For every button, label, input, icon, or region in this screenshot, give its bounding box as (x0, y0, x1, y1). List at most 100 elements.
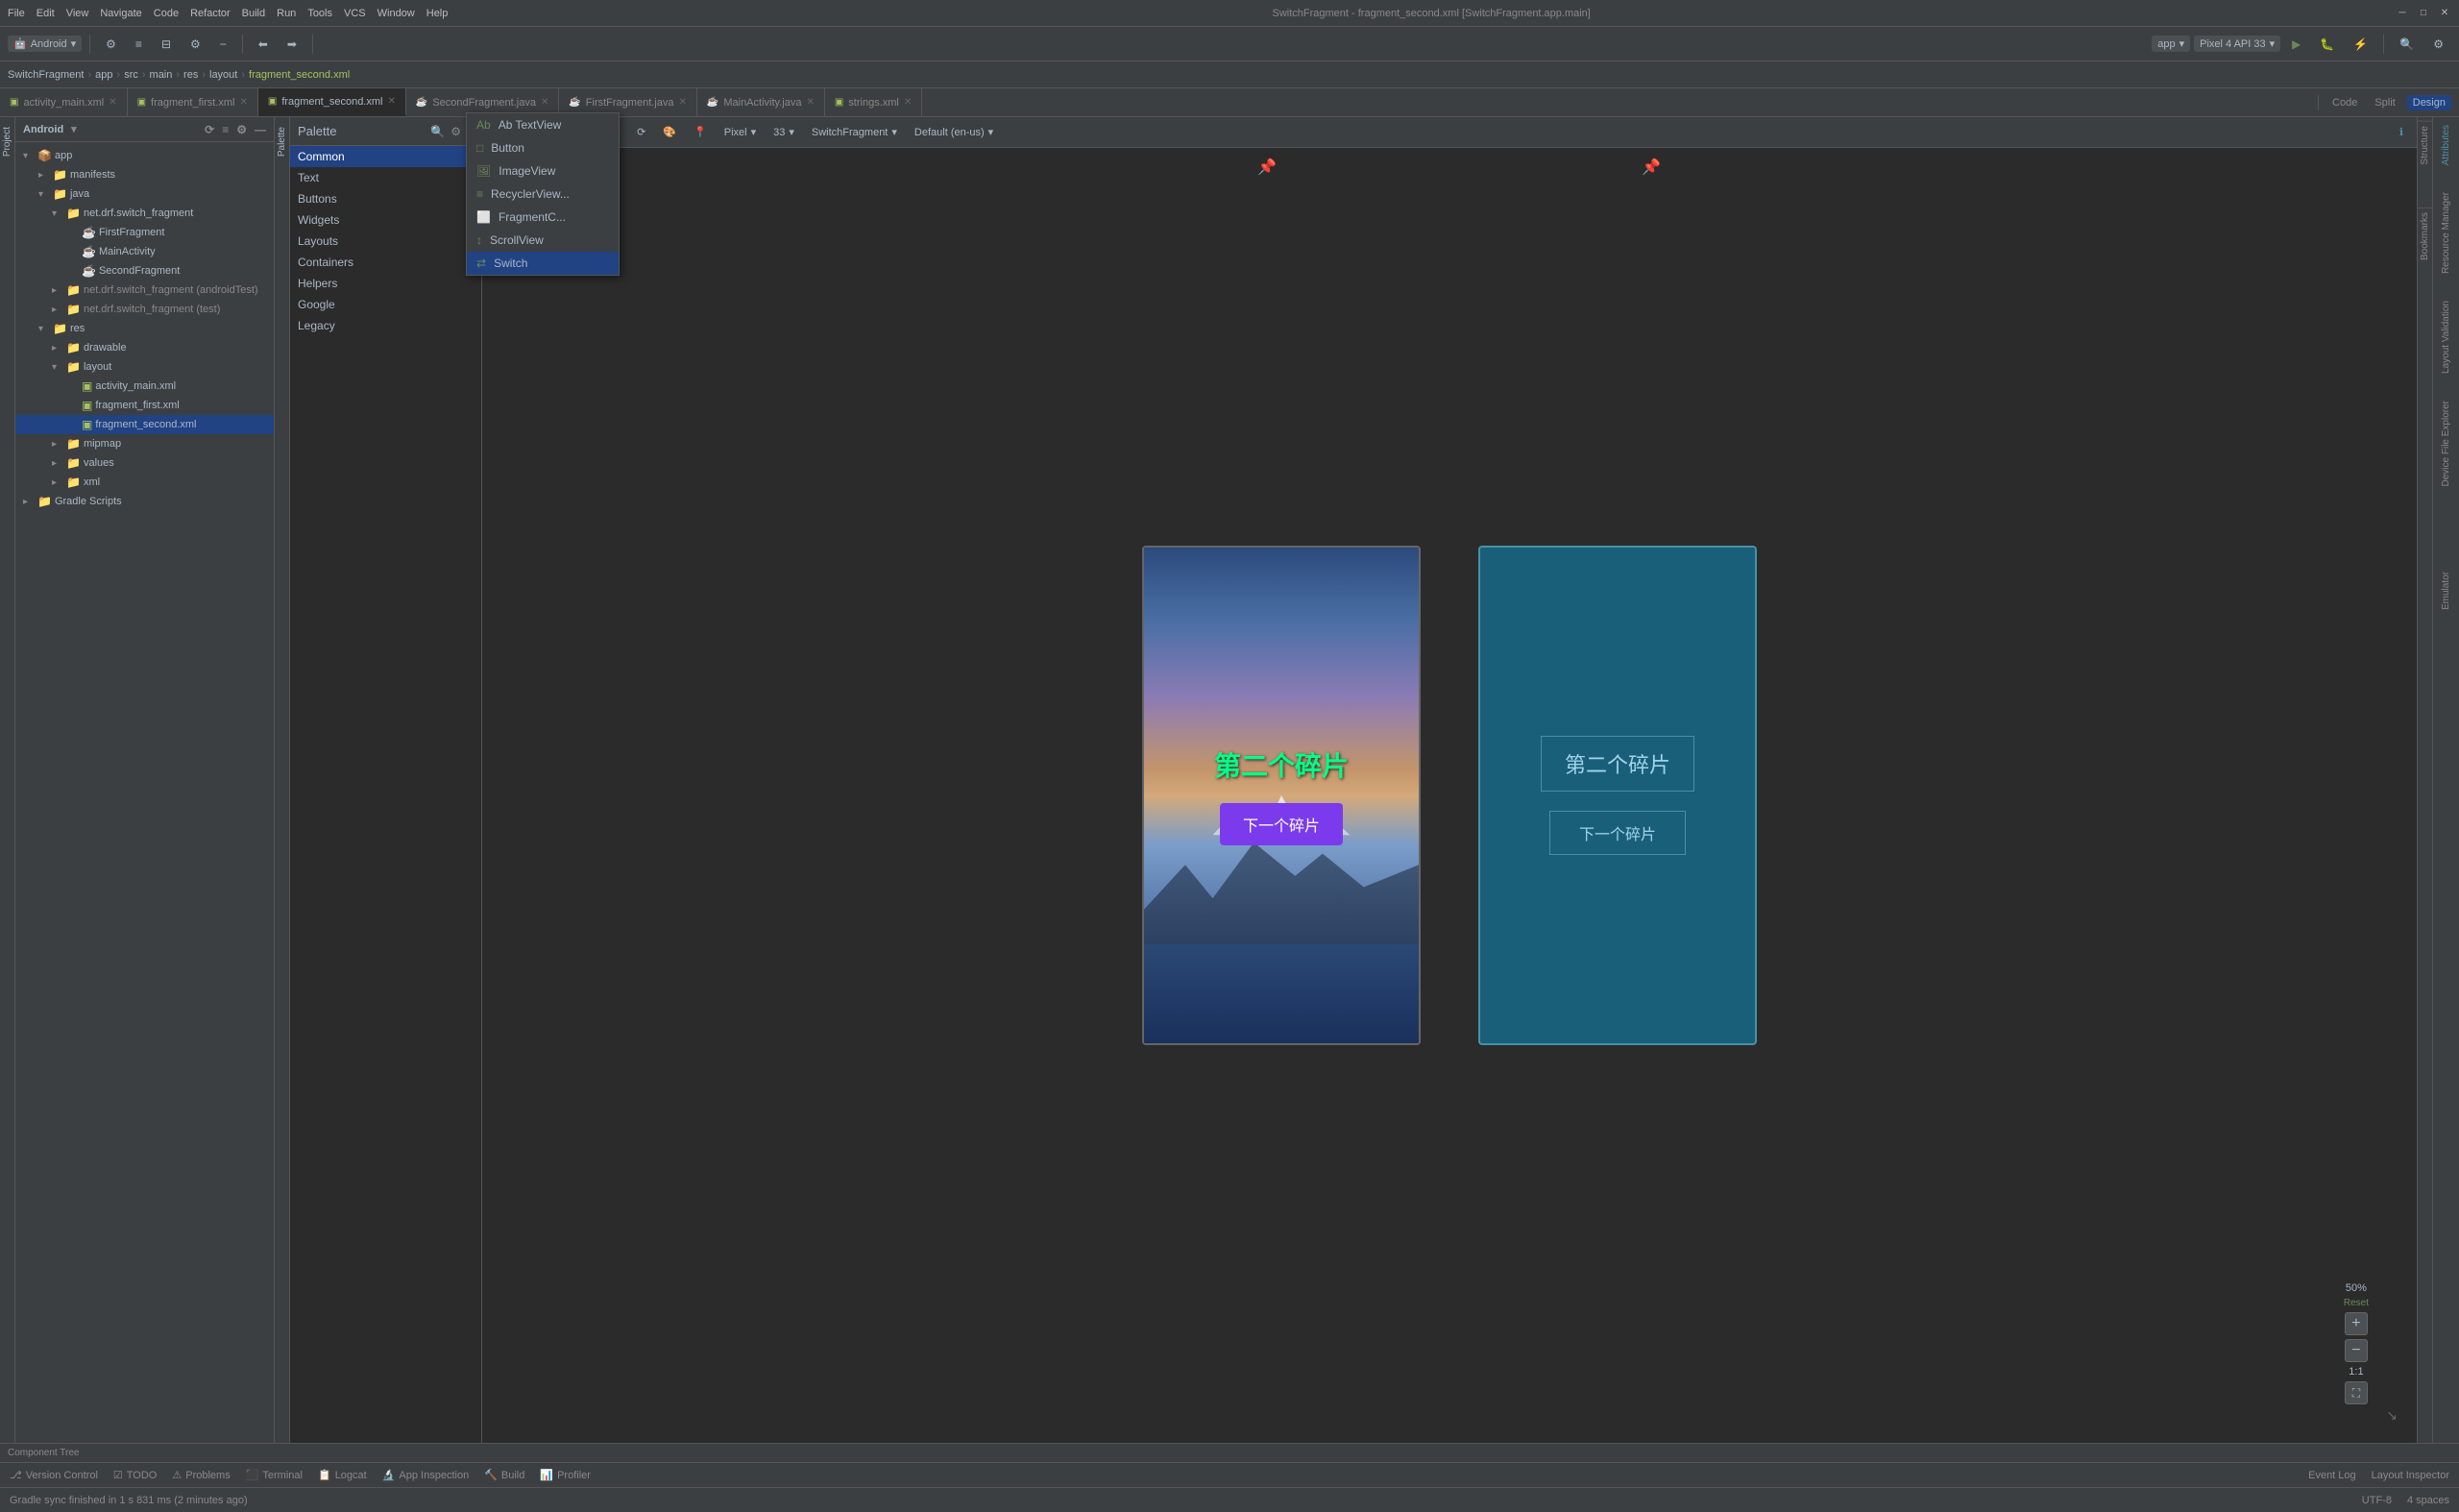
canvas-info-btn[interactable]: ℹ (2394, 124, 2409, 140)
tab-activity-main[interactable]: ▣ activity_main.xml ✕ (0, 88, 128, 116)
build-tab[interactable]: 🔨 Build (484, 1469, 524, 1481)
tab-fragment-second[interactable]: ▣ fragment_second.xml ✕ (258, 88, 406, 116)
tree-second-fragment[interactable]: ▸ ☕ SecondFragment (15, 261, 274, 280)
tab-close-fragment-first[interactable]: ✕ (239, 97, 247, 108)
tree-java[interactable]: ▾ 📁 java (15, 184, 274, 204)
palette-cat-helpers[interactable]: Helpers (290, 273, 481, 294)
preview-button[interactable]: 下一个碎片 (1220, 803, 1343, 845)
toolbar-minus[interactable]: − (212, 36, 234, 53)
todo-tab[interactable]: ☑ TODO (113, 1469, 157, 1481)
palette-cat-legacy[interactable]: Legacy (290, 315, 481, 336)
android-dropdown[interactable]: Android (23, 124, 63, 135)
palette-item-fragment[interactable]: ⬜ FragmentC... (467, 206, 619, 229)
tree-manifests[interactable]: ▸ 📁 manifests (15, 165, 274, 184)
project-side-tab[interactable]: Project (0, 117, 15, 1443)
toolbar-split[interactable]: ⊟ (154, 36, 179, 53)
canvas-zoom-dropdown[interactable]: 33 ▾ (767, 124, 800, 140)
palette-search-icon[interactable]: 🔍 (430, 125, 445, 138)
palette-item-textview[interactable]: Ab Ab TextView (467, 113, 619, 136)
tab-close-main-activity[interactable]: ✕ (806, 97, 814, 108)
menu-vcs[interactable]: VCS (344, 8, 366, 19)
breadcrumb-item-src[interactable]: src (124, 69, 138, 81)
palette-item-button[interactable]: □ Button (467, 136, 619, 159)
menu-view[interactable]: View (66, 8, 89, 19)
settings-gear[interactable]: ⚙ (2425, 36, 2451, 53)
tab-fragment-first[interactable]: ▣ fragment_first.xml ✕ (128, 88, 258, 116)
layout-inspector-btn[interactable]: Layout Inspector (2372, 1470, 2449, 1481)
version-control-tab[interactable]: ⎇ Version Control (10, 1469, 98, 1481)
canvas-locale-btn[interactable]: 📍 (688, 124, 713, 140)
layout-validation-tab[interactable]: Layout Validation (2439, 297, 2453, 378)
tree-activity-main-xml[interactable]: ▸ ▣ activity_main.xml (15, 377, 274, 396)
fullscreen-btn[interactable]: ⛶ (2345, 1381, 2368, 1404)
sync-icon[interactable]: ⟳ (205, 123, 214, 136)
tree-main-activity[interactable]: ▸ ☕ MainActivity (15, 242, 274, 261)
tab-strings[interactable]: ▣ strings.xml ✕ (825, 88, 922, 116)
canvas-locale-dropdown[interactable]: Default (en-us) ▾ (909, 124, 999, 140)
device-dropdown[interactable]: Pixel 4 API 33 ▾ (2194, 36, 2280, 52)
toolbar-config[interactable]: ⚙ (183, 36, 208, 53)
menu-run[interactable]: Run (277, 8, 296, 19)
bookmarks-label[interactable]: Bookmarks (2418, 207, 2432, 264)
toolbar-forward[interactable]: ➡ (280, 36, 304, 53)
app-inspection-tab[interactable]: 🔬 App Inspection (382, 1469, 469, 1481)
palette-item-imageview[interactable]: 🖼 ImageView (467, 159, 619, 183)
android-dropdown-arrow[interactable]: ▾ (71, 123, 77, 135)
problems-tab[interactable]: ⚠ Problems (172, 1469, 230, 1481)
project-label[interactable]: Project (0, 121, 14, 162)
breadcrumb-item-res[interactable]: res (183, 69, 198, 81)
tree-package-androidtest[interactable]: ▸ 📁 net.drf.switch_fragment (androidTest… (15, 280, 274, 300)
canvas-orientation-btn[interactable]: ⟳ (631, 124, 651, 140)
canvas-device-dropdown[interactable]: Pixel ▾ (718, 124, 762, 140)
event-log-btn[interactable]: Event Log (2308, 1470, 2356, 1481)
tree-app[interactable]: ▾ 📦 app (15, 146, 274, 165)
run-button[interactable]: ▶ (2284, 36, 2308, 53)
resize-handle[interactable]: ↘ (2386, 1407, 2398, 1424)
settings-icon[interactable]: ⚙ (236, 123, 247, 136)
palette-label[interactable]: Palette (275, 121, 289, 162)
canvas-theme-btn[interactable]: 🎨 (657, 124, 682, 140)
tab-close-strings[interactable]: ✕ (904, 97, 912, 108)
tab-close-second-fragment[interactable]: ✕ (541, 97, 548, 108)
tree-package-test[interactable]: ▸ 📁 net.drf.switch_fragment (test) (15, 300, 274, 319)
tree-mipmap[interactable]: ▸ 📁 mipmap (15, 434, 274, 453)
tab-close-fragment-second[interactable]: ✕ (387, 96, 395, 107)
tree-res[interactable]: ▾ 📁 res (15, 319, 274, 338)
breadcrumb-item-app[interactable]: app (95, 69, 112, 81)
tree-package-main[interactable]: ▾ 📁 net.drf.switch_fragment (15, 204, 274, 223)
menu-edit[interactable]: Edit (37, 8, 55, 19)
menu-build[interactable]: Build (242, 8, 265, 19)
menu-file[interactable]: File (8, 8, 25, 19)
palette-cat-buttons[interactable]: Buttons (290, 188, 481, 209)
tab-close-first-fragment[interactable]: ✕ (679, 97, 687, 108)
blueprint-btn[interactable]: 下一个碎片 (1549, 811, 1686, 855)
toolbar-back[interactable]: ⬅ (251, 36, 276, 53)
menu-code[interactable]: Code (154, 8, 179, 19)
menu-window[interactable]: Window (377, 8, 415, 19)
zoom-reset-btn[interactable]: Reset (2344, 1298, 2369, 1308)
palette-cat-common[interactable]: Common (290, 146, 481, 167)
tree-xml[interactable]: ▸ 📁 xml (15, 473, 274, 492)
canvas-activity-dropdown[interactable]: SwitchFragment ▾ (806, 124, 903, 140)
toolbar-settings[interactable]: ⚙ (98, 36, 124, 53)
tree-gradle[interactable]: ▸ 📁 Gradle Scripts (15, 492, 274, 511)
palette-cat-widgets[interactable]: Widgets (290, 209, 481, 231)
collapse-icon[interactable]: ≡ (222, 123, 229, 136)
menu-bar[interactable]: File Edit View Navigate Code Refactor Bu… (8, 8, 448, 19)
profiler-tab[interactable]: 📊 Profiler (540, 1469, 591, 1481)
palette-item-scrollview[interactable]: ↕ ScrollView (467, 229, 619, 252)
menu-tools[interactable]: Tools (307, 8, 332, 19)
tab-close-activity-main[interactable]: ✕ (109, 97, 116, 108)
design-view-tab[interactable]: Design (2407, 95, 2451, 110)
debug-button[interactable]: 🐛 (2312, 36, 2342, 53)
zoom-out-btn[interactable]: − (2345, 1339, 2368, 1362)
breadcrumb-item-file[interactable]: fragment_second.xml (249, 69, 350, 81)
toolbar-layout[interactable]: ≡ (128, 36, 150, 53)
device-file-explorer-tab[interactable]: Device File Explorer (2439, 397, 2453, 490)
breadcrumb-item-layout[interactable]: layout (209, 69, 237, 81)
palette-item-recyclerview[interactable]: ≡ RecyclerView... (467, 183, 619, 206)
palette-side-tab[interactable]: Palette (275, 117, 290, 1443)
maximize-button[interactable]: □ (2417, 7, 2430, 20)
terminal-tab[interactable]: ⬛ Terminal (246, 1469, 303, 1481)
palette-item-switch[interactable]: ⇄ Switch (467, 252, 619, 275)
